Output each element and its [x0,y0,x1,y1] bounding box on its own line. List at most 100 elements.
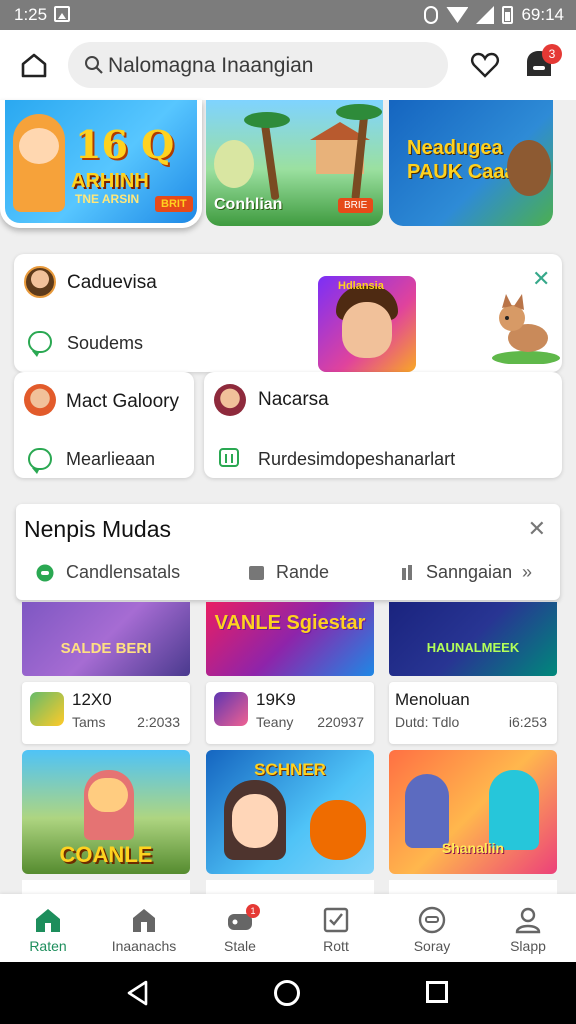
game-tile-banner[interactable]: HAUNALMEEK [389,602,557,676]
palm-trunk [260,119,280,201]
tile-label: SCHNER [254,760,326,779]
nav-label: Slapp [510,938,546,954]
search-icon [85,56,103,74]
palm-leaf [336,104,382,120]
game-card[interactable]: 19K9 Teany 220937 [206,682,374,744]
portrait-tag: Hdlansia [338,280,384,292]
hero-banner-1[interactable]: 16 Q ARHINH TNE ARSIN BRIT [0,100,202,228]
game-card-title: Menoluan [395,690,470,709]
game-icon [30,692,64,726]
nav-item-more[interactable]: Soray [384,894,480,962]
filter-tab-2[interactable]: Rande [276,562,329,583]
tile-character [405,774,449,848]
hero-banner-2[interactable]: Conhlian BRIE [206,100,383,226]
checkbox-icon [323,907,349,933]
game-card-sub: Tams [72,714,106,730]
dog-illustration [492,294,560,364]
nav-label: Inaanachs [111,938,177,954]
notifications-button[interactable]: 3 [522,44,562,84]
filter-tab-1[interactable]: Candlensatals [66,562,180,583]
chevron-right-icon[interactable]: » [522,562,532,583]
nav-item-store[interactable]: Inaanachs [96,894,192,962]
feature-card-subtitle: Soudems [67,333,144,353]
close-icon[interactable]: ✕ [528,516,546,542]
game-card-number: 220937 [317,714,364,730]
filter-tab-3[interactable]: Sanngaian [426,562,512,583]
game-banner-text: HAUNALMEEK [426,640,520,655]
chat-icon [28,331,52,357]
store-icon [133,909,155,932]
game-banner-text: VANLE Sgiestar [214,612,366,634]
right-card-title: Nacarsa [258,389,329,410]
avatar [214,384,246,416]
home-button-icon[interactable] [274,980,300,1006]
portrait-face [342,302,392,358]
tile-creature [310,800,366,860]
nav-item-games[interactable]: 1 Stale [192,894,288,962]
tile-label: COANLE [59,842,153,867]
search-input[interactable]: Nalomagna Inaangian [108,54,314,78]
wifi-icon [446,7,469,23]
home-icon[interactable] [20,52,48,78]
hero-2-badge: BRIE [338,198,374,213]
status-time: 1:25 [14,5,48,24]
hero-creature [214,140,254,188]
back-icon[interactable] [126,980,150,1006]
game-card-sub: Dutd: Tdlo [395,714,460,730]
hero-1-title: 16 Q [75,122,175,167]
vibrate-icon [424,6,439,24]
left-card-subtitle: Mearlieaan [66,449,156,469]
tile-label: Shanaliin [441,840,505,856]
signal-icon [476,6,495,24]
calendar-icon [219,448,239,467]
square-icon [249,566,264,580]
status-icons: 69:14 [424,5,564,25]
top-bar: Nalomagna Inaangian 3 [0,30,576,100]
nav-label: Rott [323,938,349,954]
nav-item-tasks[interactable]: Rott [288,894,384,962]
section-title: Nenpis Mudas [24,516,172,542]
battery-icon [502,6,514,24]
chat-bubble-icon [36,564,54,582]
game-card[interactable]: Menoluan Dutd: Tdlo i6:253 [389,682,557,744]
game-banner-text: SALDE BERI [60,640,152,657]
nav-item-profile[interactable]: Slapp [480,894,576,962]
nav-label: Raten [29,938,67,954]
game-icon [214,692,248,726]
tile-character-face [88,778,128,812]
game-portrait[interactable]: Hdlansia [318,276,416,372]
home-icon [36,909,60,932]
nav-label: Stale [224,938,256,954]
columns-icon [402,565,412,580]
tile-character-face [232,794,278,848]
image-notification-icon [54,6,70,22]
nav-item-home[interactable]: Raten [0,894,96,962]
message-icon [28,448,52,474]
close-icon[interactable]: ✕ [532,266,550,292]
game-tile-large[interactable]: SCHNER [206,750,374,874]
game-tile-large[interactable]: Shanaliin [389,750,557,874]
search-bar[interactable]: Nalomagna Inaangian [68,42,448,88]
notification-badge: 3 [542,44,562,64]
left-card-title: Mact Galoory [66,391,179,412]
status-bar: 1:25 69:14 [0,0,576,30]
game-tile-banner[interactable]: VANLE Sgiestar [206,602,374,676]
game-tile-banner[interactable]: SALDE BERI [22,602,190,676]
person-icon [515,907,541,934]
nav-label: Soray [413,938,451,954]
game-card-number: 2:2033 [137,714,180,730]
hero-1-badge: BRIT [155,196,193,212]
status-clock: 69:14 [521,5,564,24]
right-card-subtitle: Rurdesimdopeshanarlart [258,449,456,469]
game-card[interactable]: 12X0 Tams 2:2033 [22,682,190,744]
hero-banner-3[interactable]: Neadugea PAUK Caaas [389,100,553,226]
heart-icon[interactable] [470,50,500,80]
hero-1-tagline: TNE ARSIN [75,192,140,206]
game-tile-large[interactable]: COANLE [22,750,190,874]
game-card-partial [22,880,190,894]
game-card-partial [206,880,374,894]
recents-icon[interactable] [426,981,448,1003]
section-panel: Nenpis Mudas ✕ Candlensatals Rande Sanng… [16,504,560,600]
hero-squirrel [507,140,551,196]
hero-character-face [19,128,59,164]
